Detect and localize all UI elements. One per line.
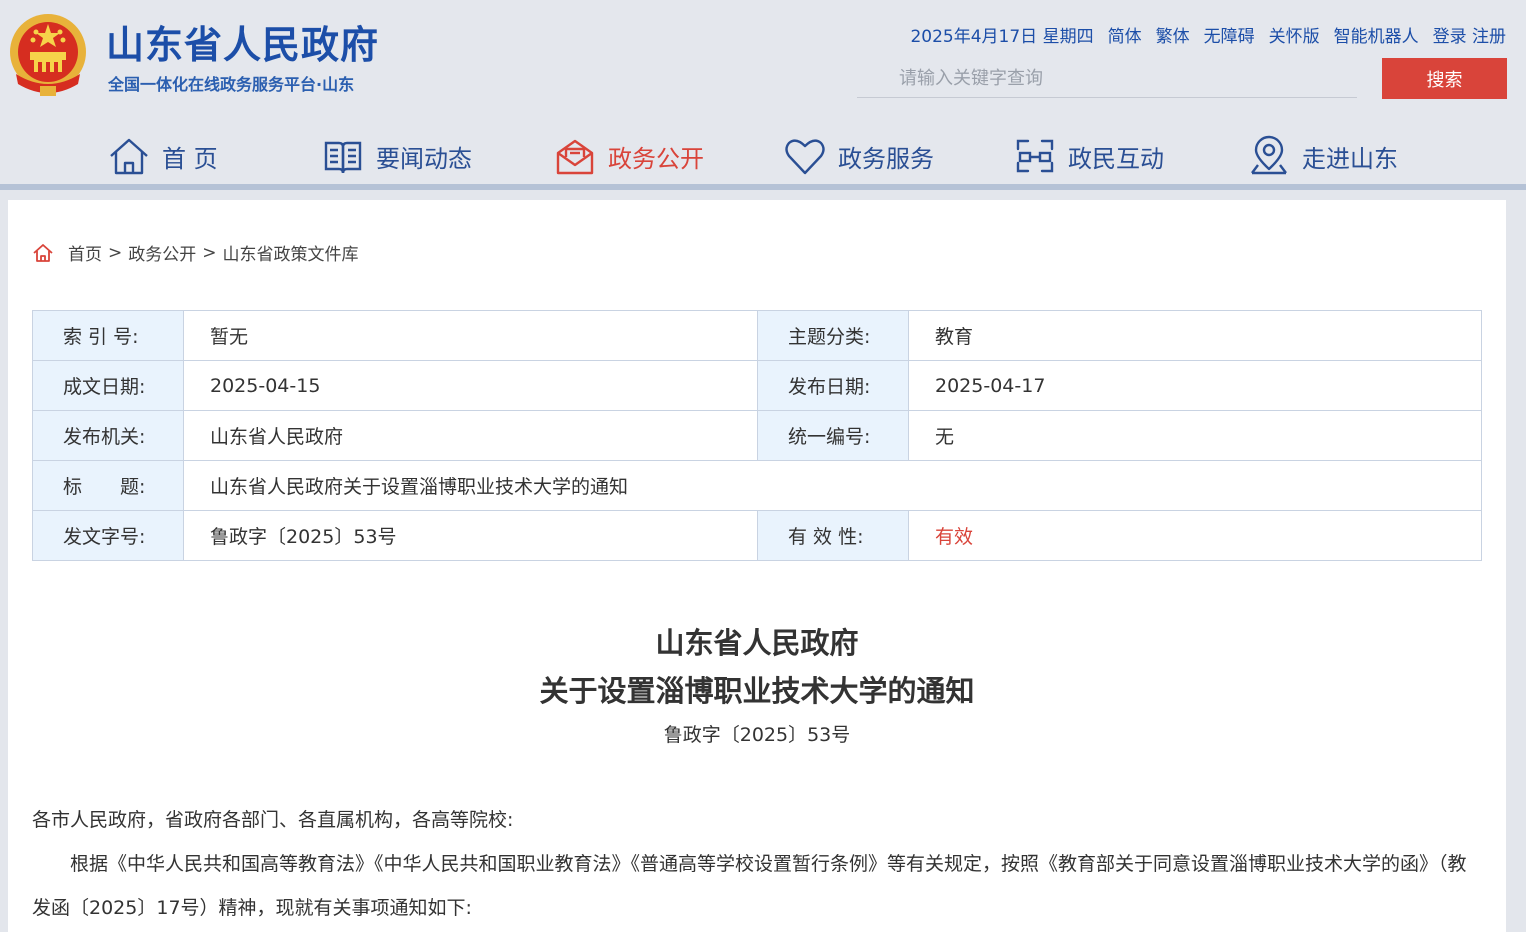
breadcrumb-home[interactable]: 首页 <box>68 240 102 265</box>
table-row: 发布机关: 山东省人民政府 统一编号: 无 <box>32 410 1482 461</box>
main-content: 首页 > 政务公开 > 山东省政策文件库 索 引 号: 暂无 主题分类: 教育 … <box>8 200 1506 932</box>
mail-open-icon <box>556 139 594 175</box>
traditional-chinese-link[interactable]: 繁体 <box>1156 22 1190 47</box>
login-link[interactable]: 登录 <box>1433 27 1467 47</box>
meta-value: 山东省人民政府关于设置淄博职业技术大学的通知 <box>183 460 1482 511</box>
meta-label: 索 引 号: <box>32 310 184 361</box>
main-nav: 首 页 要闻动态 政务公开 政务服务 政民互动 走进山东 <box>0 128 1526 184</box>
location-pin-icon <box>1251 135 1287 175</box>
nav-item-home[interactable]: 首 页 <box>108 128 218 184</box>
document-metadata-table: 索 引 号: 暂无 主题分类: 教育 成文日期: 2025-04-15 发布日期… <box>32 310 1482 561</box>
meta-label: 标 题: <box>32 460 184 511</box>
meta-label: 统一编号: <box>757 410 909 461</box>
nav-label-news: 要闻动态 <box>376 144 472 173</box>
meta-value: 山东省人民政府 <box>183 410 758 461</box>
nav-item-gov-services[interactable]: 政务服务 <box>784 128 934 184</box>
meta-label: 发布机关: <box>32 410 184 461</box>
document-title-line1: 山东省人民政府 <box>655 626 859 660</box>
breadcrumb-policy-library[interactable]: 山东省政策文件库 <box>223 240 359 265</box>
book-icon <box>324 141 362 174</box>
table-row: 索 引 号: 暂无 主题分类: 教育 <box>32 310 1482 361</box>
meta-label: 主题分类: <box>757 310 909 361</box>
meta-value: 2025-04-17 <box>908 360 1482 411</box>
top-links: 2025年4月17日 星期四 简体 繁体 无障碍 关怀版 智能机器人 登录 注册 <box>910 22 1506 47</box>
table-row: 成文日期: 2025-04-15 发布日期: 2025-04-17 <box>32 360 1482 411</box>
table-row: 标 题: 山东省人民政府关于设置淄博职业技术大学的通知 <box>32 460 1482 511</box>
login-register-links: 登录 注册 <box>1433 22 1506 47</box>
meta-value: 暂无 <box>183 310 758 361</box>
meta-label: 发文字号: <box>32 510 184 561</box>
breadcrumb-separator: > <box>202 242 217 263</box>
search-input[interactable] <box>857 60 1357 98</box>
breadcrumb-separator: > <box>108 242 123 263</box>
nav-item-news[interactable]: 要闻动态 <box>322 128 472 184</box>
breadcrumb: 首页 > 政务公开 > 山东省政策文件库 <box>32 240 359 265</box>
nav-item-gov-affairs[interactable]: 政务公开 <box>554 128 704 184</box>
meta-label: 发布日期: <box>757 360 909 411</box>
current-date: 2025年4月17日 星期四 <box>910 27 1094 47</box>
nav-label-gov-services: 政务服务 <box>838 144 934 173</box>
robot-link[interactable]: 智能机器人 <box>1334 22 1419 47</box>
nav-divider <box>0 184 1526 190</box>
breadcrumb-gov-affairs[interactable]: 政务公开 <box>128 240 196 265</box>
simplified-chinese-link[interactable]: 简体 <box>1108 22 1142 47</box>
nav-label-shandong: 走进山东 <box>1302 144 1398 173</box>
site-header: 山东省人民政府 全国一体化在线政务服务平台·山东 2025年4月17日 星期四 … <box>0 0 1526 188</box>
meta-value: 无 <box>908 410 1482 461</box>
home-icon <box>33 243 53 262</box>
interaction-icon <box>1016 139 1054 173</box>
site-subtitle: 全国一体化在线政务服务平台·山东 <box>108 75 355 94</box>
heart-icon <box>785 139 825 175</box>
document-number: 鲁政字〔2025〕53号 <box>663 724 851 746</box>
meta-value: 2025-04-15 <box>183 360 758 411</box>
nav-item-shandong[interactable]: 走进山东 <box>1248 128 1398 184</box>
document-title-line2: 关于设置淄博职业技术大学的通知 <box>539 674 975 708</box>
document-body-paragraph: 根据《中华人民共和国高等教育法》《中华人民共和国职业教育法》《普通高等学校设置暂… <box>32 853 1467 919</box>
accessibility-link[interactable]: 无障碍 <box>1204 22 1255 47</box>
nav-item-interaction[interactable]: 政民互动 <box>1014 128 1164 184</box>
search-button[interactable]: 搜索 <box>1382 58 1507 99</box>
national-emblem-icon <box>10 14 86 96</box>
care-mode-link[interactable]: 关怀版 <box>1269 22 1320 47</box>
meta-label: 有 效 性: <box>757 510 909 561</box>
meta-label: 成文日期: <box>32 360 184 411</box>
validity-status: 有效 <box>908 510 1482 561</box>
register-link[interactable]: 注册 <box>1472 27 1506 47</box>
meta-value: 教育 <box>908 310 1482 361</box>
meta-value: 鲁政字〔2025〕53号 <box>183 510 758 561</box>
nav-label-home: 首 页 <box>162 144 218 173</box>
nav-label-interaction: 政民互动 <box>1068 144 1164 173</box>
site-title: 山东省人民政府 <box>106 23 380 67</box>
nav-label-gov-affairs: 政务公开 <box>608 144 704 173</box>
document-salutation: 各市人民政府，省政府各部门、各直属机构，各高等院校: <box>32 809 514 831</box>
home-icon <box>110 138 148 175</box>
table-row: 发文字号: 鲁政字〔2025〕53号 有 效 性: 有效 <box>32 510 1482 561</box>
